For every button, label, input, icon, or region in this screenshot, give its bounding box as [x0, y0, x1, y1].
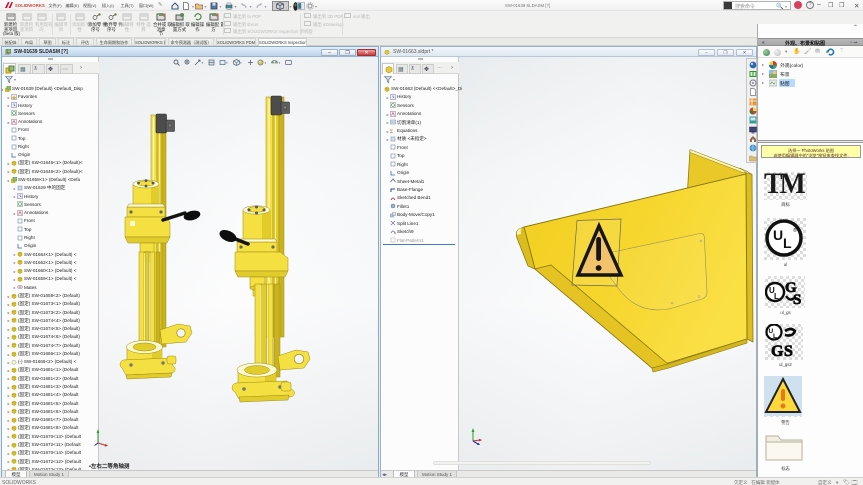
- svg-text:S: S: [784, 343, 793, 358]
- svg-text:L: L: [774, 292, 779, 301]
- svg-text:U: U: [773, 227, 783, 243]
- svg-text:L: L: [783, 235, 792, 251]
- svg-text:®: ®: [793, 227, 797, 234]
- svg-text:L: L: [773, 333, 777, 340]
- svg-text:G: G: [771, 343, 784, 358]
- svg-text:S: S: [793, 292, 801, 308]
